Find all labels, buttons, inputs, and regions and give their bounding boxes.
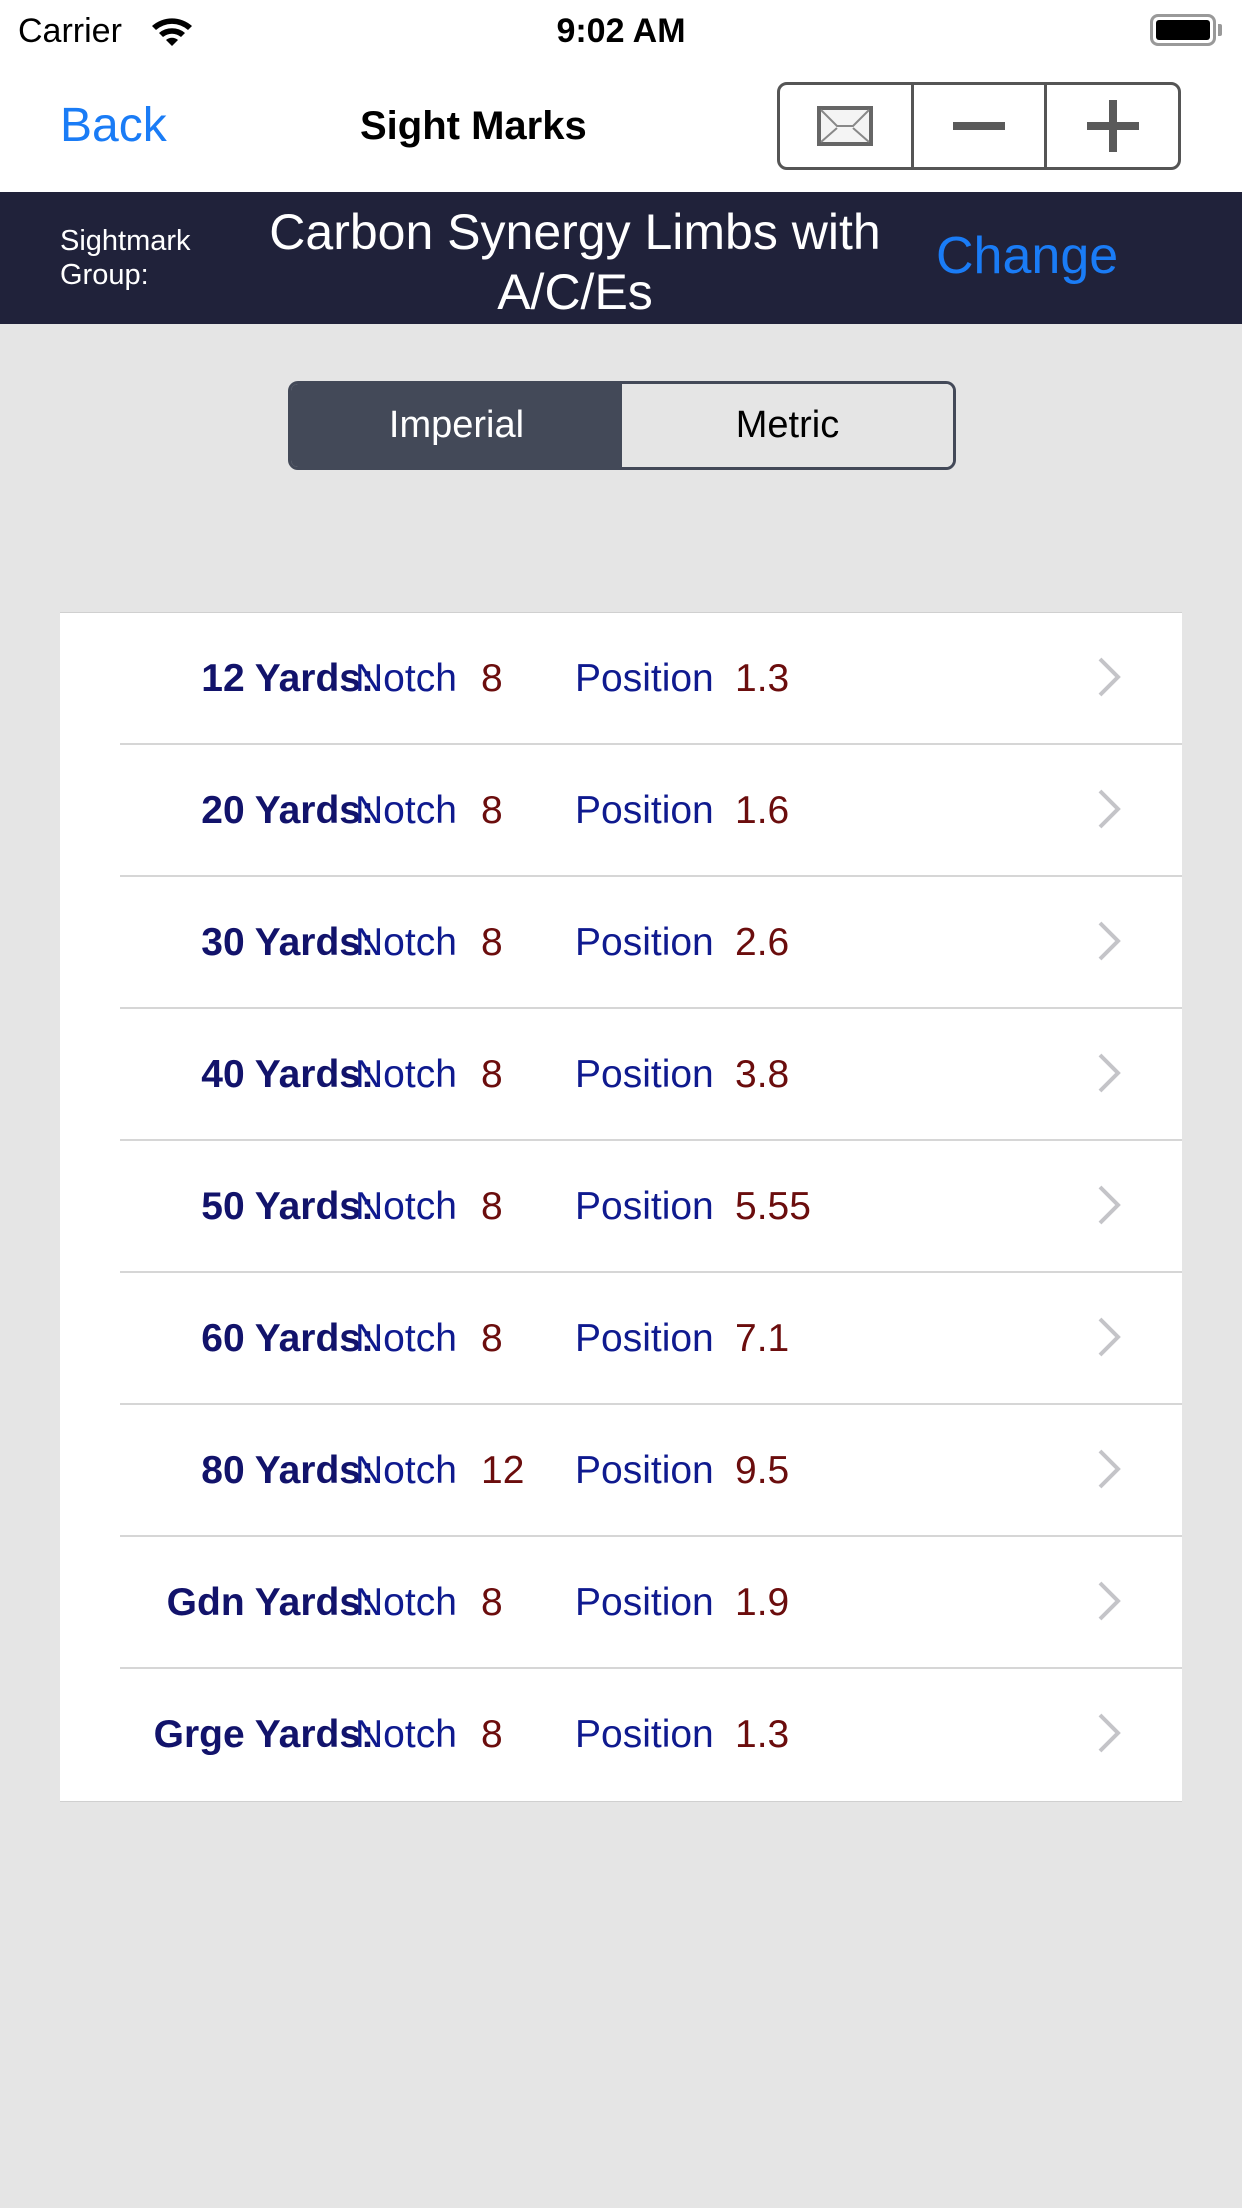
notch-label: Notch <box>355 1581 457 1624</box>
plus-icon <box>1086 100 1139 152</box>
segment-metric[interactable]: Metric <box>622 384 953 467</box>
notch-value: 12 <box>481 1449 525 1492</box>
position-value: 3.8 <box>735 1053 790 1096</box>
distance-label: 40 Yards: <box>201 1053 374 1096</box>
distance-label: 60 Yards: <box>201 1317 374 1360</box>
position-label: Position <box>575 921 714 964</box>
toolbar-segment <box>777 82 1181 170</box>
group-name: Carbon Synergy Limbs with A/C/Es <box>269 204 881 320</box>
group-label: Sightmark Group: <box>60 225 191 291</box>
position-label: Position <box>575 1053 714 1096</box>
sight-mark-row[interactable]: 40 Yards: Notch 8 Position 3.8 <box>60 1009 1182 1141</box>
segment-imperial[interactable]: Imperial <box>291 384 622 467</box>
position-value: 7.1 <box>735 1317 790 1360</box>
sight-mark-row[interactable]: 20 Yards: Notch 8 Position 1.6 <box>60 745 1182 877</box>
chevron-right-icon <box>1098 657 1121 697</box>
notch-label: Notch <box>355 657 457 700</box>
position-label: Position <box>575 789 714 832</box>
position-label: Position <box>575 1713 714 1756</box>
notch-label: Notch <box>355 921 457 964</box>
position-label: Position <box>575 657 714 700</box>
position-value: 9.5 <box>735 1449 790 1492</box>
notch-value: 8 <box>481 1185 503 1228</box>
notch-label: Notch <box>355 789 457 832</box>
minus-icon <box>953 122 1005 130</box>
notch-label: Notch <box>355 1053 457 1096</box>
notch-label: Notch <box>355 1317 457 1360</box>
sight-mark-row[interactable]: Gdn Yards: Notch 8 Position 1.9 <box>60 1537 1182 1669</box>
sight-mark-row[interactable]: 50 Yards: Notch 8 Position 5.55 <box>60 1141 1182 1273</box>
sight-mark-row[interactable]: 12 Yards: Notch 8 Position 1.3 <box>60 613 1182 745</box>
distance-label: 20 Yards: <box>201 789 374 832</box>
chevron-right-icon <box>1098 1581 1121 1621</box>
notch-label: Notch <box>355 1449 457 1492</box>
notch-value: 8 <box>481 1581 503 1624</box>
clock: 9:02 AM <box>556 12 686 50</box>
sight-mark-row[interactable]: 30 Yards: Notch 8 Position 2.6 <box>60 877 1182 1009</box>
notch-value: 8 <box>481 789 503 832</box>
sightmark-group-header: Sightmark Group: Carbon Synergy Limbs wi… <box>0 192 1242 324</box>
notch-value: 8 <box>481 921 503 964</box>
notch-value: 8 <box>481 1317 503 1360</box>
position-value: 1.3 <box>735 1713 790 1756</box>
notch-value: 8 <box>481 657 503 700</box>
sight-mark-row[interactable]: 60 Yards: Notch 8 Position 7.1 <box>60 1273 1182 1405</box>
change-group-button[interactable]: Change <box>936 226 1118 286</box>
add-button[interactable] <box>1047 85 1178 167</box>
distance-label: 12 Yards: <box>201 657 374 700</box>
position-label: Position <box>575 1449 714 1492</box>
position-label: Position <box>575 1317 714 1360</box>
notch-value: 8 <box>481 1053 503 1096</box>
position-label: Position <box>575 1185 714 1228</box>
sight-marks-table: 12 Yards: Notch 8 Position 1.3 20 Yards:… <box>60 612 1182 1802</box>
distance-label: 80 Yards: <box>201 1449 374 1492</box>
remove-button[interactable] <box>914 85 1048 167</box>
units-segmented-control: Imperial Metric <box>288 381 956 470</box>
distance-label: 30 Yards: <box>201 921 374 964</box>
position-value: 2.6 <box>735 921 790 964</box>
distance-label: Gdn Yards: <box>166 1581 374 1624</box>
chevron-right-icon <box>1098 1053 1121 1093</box>
chevron-right-icon <box>1098 1713 1121 1753</box>
sight-mark-row[interactable]: 80 Yards: Notch 12 Position 9.5 <box>60 1405 1182 1537</box>
notch-value: 8 <box>481 1713 503 1756</box>
sight-mark-row[interactable]: Grge Yards: Notch 8 Position 1.3 <box>60 1669 1182 1801</box>
battery-tip <box>1218 24 1222 36</box>
status-bar: Carrier 9:02 AM <box>0 0 1242 60</box>
back-button[interactable]: Back <box>60 98 167 153</box>
navigation-bar: Back Sight Marks <box>0 60 1242 192</box>
battery-icon <box>1150 14 1216 46</box>
distance-label: 50 Yards: <box>201 1185 374 1228</box>
position-value: 1.6 <box>735 789 790 832</box>
position-value: 1.9 <box>735 1581 790 1624</box>
chevron-right-icon <box>1098 1317 1121 1357</box>
email-button[interactable] <box>780 85 914 167</box>
mail-icon <box>817 106 874 146</box>
notch-label: Notch <box>355 1185 457 1228</box>
position-value: 1.3 <box>735 657 790 700</box>
distance-label: Grge Yards: <box>153 1713 374 1756</box>
page-title: Sight Marks <box>360 104 587 148</box>
notch-label: Notch <box>355 1713 457 1756</box>
chevron-right-icon <box>1098 1449 1121 1489</box>
chevron-right-icon <box>1098 1185 1121 1225</box>
chevron-right-icon <box>1098 921 1121 961</box>
position-value: 5.55 <box>735 1185 811 1228</box>
position-label: Position <box>575 1581 714 1624</box>
chevron-right-icon <box>1098 789 1121 829</box>
